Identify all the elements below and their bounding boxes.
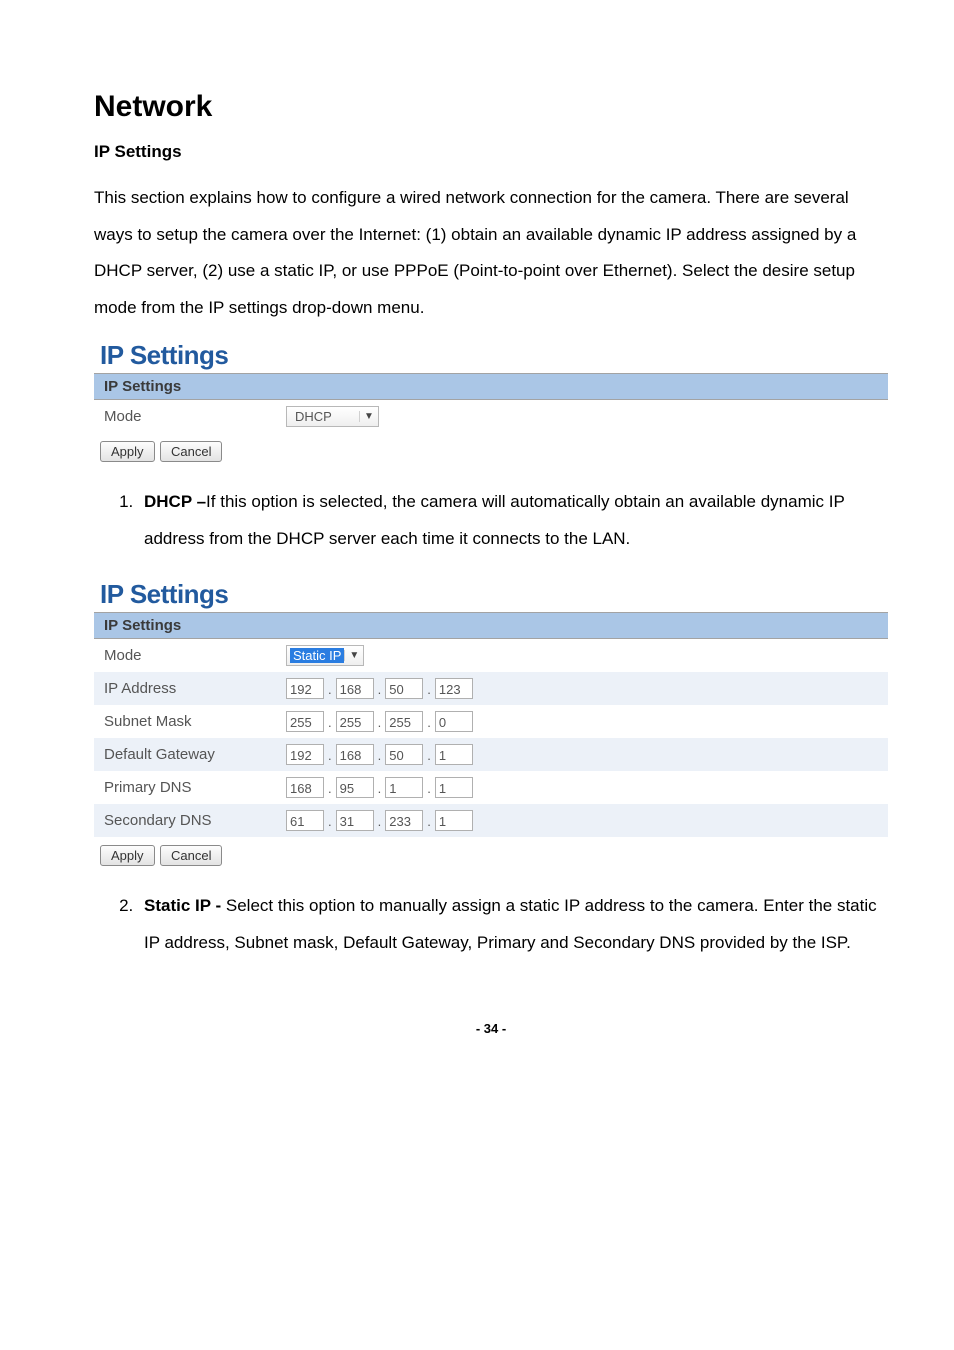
ip-settings-dhcp-panel: IP Settings IP Settings Mode DHCP ▼ Appl… (94, 340, 888, 466)
mode-select[interactable]: Static IP ▼ (286, 645, 364, 666)
ip-octet-input[interactable]: 31 (336, 810, 374, 831)
ip-octet-input[interactable]: 50 (385, 744, 423, 765)
ip-field-row: Subnet Mask255.255.255.0 (94, 705, 888, 738)
ip-octet-input[interactable]: 1 (385, 777, 423, 798)
ip-octet-input[interactable]: 255 (286, 711, 324, 732)
list-item: DHCP –If this option is selected, the ca… (138, 484, 888, 557)
apply-button[interactable]: Apply (100, 441, 155, 462)
ip-dot: . (378, 748, 382, 763)
ip-octet-input[interactable]: 192 (286, 678, 324, 699)
ip-field-row: Secondary DNS61.31.233.1 (94, 804, 888, 837)
ip-dot: . (427, 781, 431, 796)
ip-field-label: Default Gateway (104, 746, 286, 763)
ip-octet-input[interactable]: 255 (336, 711, 374, 732)
list-item-bold: Static IP - (144, 896, 221, 915)
cancel-button[interactable]: Cancel (160, 845, 222, 866)
ip-octet-input[interactable]: 1 (435, 744, 473, 765)
ip-octet-input[interactable]: 1 (435, 810, 473, 831)
mode-select[interactable]: DHCP ▼ (286, 406, 379, 427)
list-item: Static IP - Select this option to manual… (138, 888, 888, 961)
list-item-text: If this option is selected, the camera w… (144, 492, 845, 548)
page-footer: - 34 - (94, 1021, 888, 1036)
ip-dot: . (427, 682, 431, 697)
ip-dot: . (328, 781, 332, 796)
ip-octet-group: 192.168.50.1 (286, 744, 475, 765)
ip-octet-input[interactable]: 168 (336, 678, 374, 699)
mode-label: Mode (104, 408, 286, 425)
button-row: Apply Cancel (100, 437, 888, 466)
ip-dot: . (378, 781, 382, 796)
page-content: Network IP Settings This section explain… (0, 0, 954, 1076)
ip-octet-input[interactable]: 95 (336, 777, 374, 798)
ip-dot: . (378, 682, 382, 697)
ip-octet-input[interactable]: 255 (385, 711, 423, 732)
ip-field-row: IP Address192.168.50.123 (94, 672, 888, 705)
ip-field-row: Default Gateway192.168.50.1 (94, 738, 888, 771)
panel-header: IP Settings (94, 373, 888, 400)
ip-octet-group: 255.255.255.0 (286, 711, 475, 732)
ip-dot: . (378, 715, 382, 730)
ip-octet-group: 168.95.1.1 (286, 777, 475, 798)
ip-field-label: IP Address (104, 680, 286, 697)
description-list-2: Static IP - Select this option to manual… (94, 888, 888, 961)
ip-dot: . (427, 814, 431, 829)
description-list-1: DHCP –If this option is selected, the ca… (94, 484, 888, 557)
section-subheading: IP Settings (94, 142, 888, 162)
ip-octet-input[interactable]: 50 (385, 678, 423, 699)
ip-dot: . (427, 748, 431, 763)
page-title: Network (94, 90, 888, 124)
ip-octet-input[interactable]: 168 (286, 777, 324, 798)
ip-octet-group: 61.31.233.1 (286, 810, 475, 831)
ip-octet-input[interactable]: 168 (336, 744, 374, 765)
panel-title: IP Settings (100, 579, 888, 610)
ip-octet-input[interactable]: 123 (435, 678, 473, 699)
chevron-down-icon: ▼ (359, 411, 378, 422)
ip-dot: . (328, 682, 332, 697)
ip-octet-group: 192.168.50.123 (286, 678, 475, 699)
button-row: Apply Cancel (100, 841, 888, 870)
ip-dot: . (328, 814, 332, 829)
ip-field-row: Primary DNS168.95.1.1 (94, 771, 888, 804)
ip-field-label: Secondary DNS (104, 812, 286, 829)
list-item-bold: DHCP – (144, 492, 206, 511)
apply-button[interactable]: Apply (100, 845, 155, 866)
cancel-button[interactable]: Cancel (160, 441, 222, 462)
ip-octet-input[interactable]: 61 (286, 810, 324, 831)
ip-octet-input[interactable]: 1 (435, 777, 473, 798)
intro-paragraph: This section explains how to configure a… (94, 180, 888, 326)
list-item-text: Select this option to manually assign a … (144, 896, 877, 952)
panel-title: IP Settings (100, 340, 888, 371)
panel-header: IP Settings (94, 612, 888, 639)
ip-settings-static-panel: IP Settings IP Settings Mode Static IP ▼… (94, 579, 888, 870)
mode-row: Mode Static IP ▼ (94, 639, 888, 672)
ip-dot: . (328, 748, 332, 763)
mode-select-value: Static IP (290, 648, 344, 663)
ip-octet-input[interactable]: 233 (385, 810, 423, 831)
ip-field-label: Primary DNS (104, 779, 286, 796)
ip-octet-input[interactable]: 192 (286, 744, 324, 765)
ip-dot: . (378, 814, 382, 829)
ip-dot: . (328, 715, 332, 730)
ip-octet-input[interactable]: 0 (435, 711, 473, 732)
mode-select-value: DHCP (287, 409, 359, 424)
mode-label: Mode (104, 647, 286, 664)
mode-row: Mode DHCP ▼ (94, 400, 888, 433)
ip-dot: . (427, 715, 431, 730)
chevron-down-icon: ▼ (344, 650, 363, 661)
ip-field-label: Subnet Mask (104, 713, 286, 730)
